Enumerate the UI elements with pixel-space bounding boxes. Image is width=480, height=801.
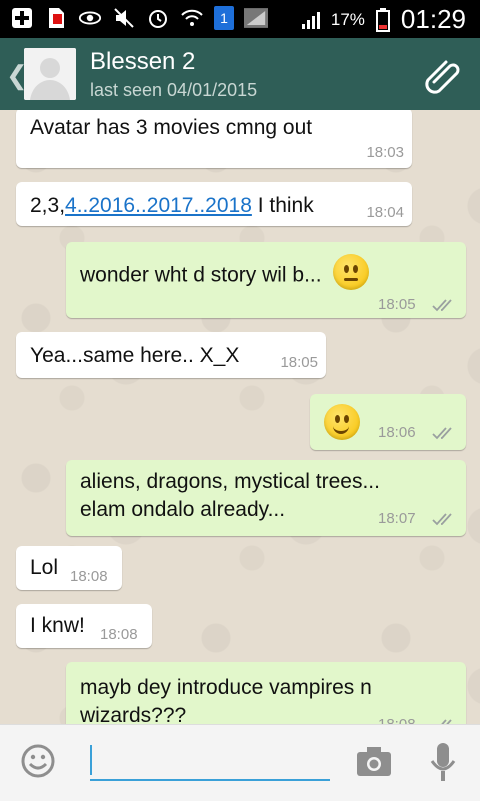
message-text-prefix: 2,3, [30, 194, 66, 217]
emoji-picker-icon[interactable] [20, 743, 56, 779]
message-incoming[interactable]: 2,3,4..2016..2017..2018 I think 18:04 [16, 182, 412, 226]
signal-icon-2 [301, 8, 325, 32]
contact-name[interactable]: Blessen 2 [90, 48, 195, 76]
message-text: I knw! [30, 614, 85, 637]
chat-header: ❮ Blessen 2 last seen 04/01/2015 [0, 38, 480, 110]
message-time: 18:08 [100, 626, 138, 643]
message-time: 18:05 [280, 354, 318, 371]
status-bar: 1 17% 01:29 [0, 0, 480, 38]
message-line-1: mayb dey introduce vampires n [80, 676, 372, 699]
message-outgoing[interactable]: mayb dey introduce vampires n wizards???… [66, 662, 466, 724]
message-text: Avatar has 3 movies cmng out [30, 116, 313, 139]
message-time: 18:06 [378, 424, 416, 441]
read-ticks-icon [432, 299, 452, 312]
message-text: Lol [30, 556, 59, 579]
alarm-icon [146, 6, 170, 30]
message-line-1: aliens, dragons, mystical trees... [80, 470, 380, 493]
contact-avatar[interactable] [24, 48, 76, 100]
message-incoming[interactable]: Avatar has 3 movies cmng out 18:03 [16, 110, 412, 168]
message-link[interactable]: 4..2016..2017..2018 [65, 194, 252, 217]
message-time: 18:04 [366, 204, 404, 221]
neutral-face-emoji-icon [333, 254, 370, 290]
message-line-2: elam ondalo already... [80, 498, 286, 521]
message-text-row: wonder wht d story wil b... [80, 254, 370, 294]
compose-bar [0, 724, 480, 801]
read-ticks-icon [432, 513, 452, 526]
wifi-icon [180, 6, 204, 30]
microphone-icon[interactable] [428, 741, 458, 785]
message-outgoing[interactable]: 18:06 [310, 394, 466, 450]
signal-icon-1 [244, 6, 268, 30]
message-time: 18:07 [378, 510, 416, 527]
message-input[interactable] [90, 739, 330, 781]
chat-messages[interactable]: Avatar has 3 movies cmng out 18:03 2,3,4… [0, 110, 480, 724]
message-text: wonder wht d story wil b... [80, 263, 322, 287]
message-time: 18:05 [378, 296, 416, 313]
read-ticks-icon [432, 427, 452, 440]
message-incoming[interactable]: Lol 18:08 [16, 546, 122, 590]
message-incoming[interactable]: Yea...same here.. X_X 18:05 [16, 332, 326, 378]
message-text: 2,3,4..2016..2017..2018 I think [30, 194, 314, 218]
smiling-face-emoji-icon [324, 404, 360, 440]
battery-icon [371, 7, 395, 32]
add-notification-icon [10, 6, 34, 30]
message-time: 18:03 [366, 144, 404, 161]
mute-icon [112, 6, 136, 30]
message-text: Yea...same here.. X_X [30, 344, 240, 367]
clock: 01:29 [400, 4, 466, 34]
message-time: 18:08 [378, 716, 416, 724]
message-outgoing[interactable]: aliens, dragons, mystical trees... elam … [66, 460, 466, 536]
message-time: 18:08 [70, 568, 108, 585]
attach-paperclip-icon[interactable] [422, 54, 462, 94]
battery-percent: 17% [330, 9, 365, 29]
message-text-suffix: I think [251, 194, 314, 217]
message-line-2: wizards??? [80, 704, 187, 724]
text-cursor [90, 745, 92, 775]
message-incoming[interactable]: I knw! 18:08 [16, 604, 152, 648]
sim-badge: 1 [214, 6, 234, 30]
camera-icon[interactable] [356, 745, 392, 777]
eye-icon [78, 6, 102, 30]
last-seen: last seen 04/01/2015 [90, 80, 258, 100]
sd-card-icon [44, 6, 68, 30]
message-outgoing[interactable]: wonder wht d story wil b... 18:05 [66, 242, 466, 318]
